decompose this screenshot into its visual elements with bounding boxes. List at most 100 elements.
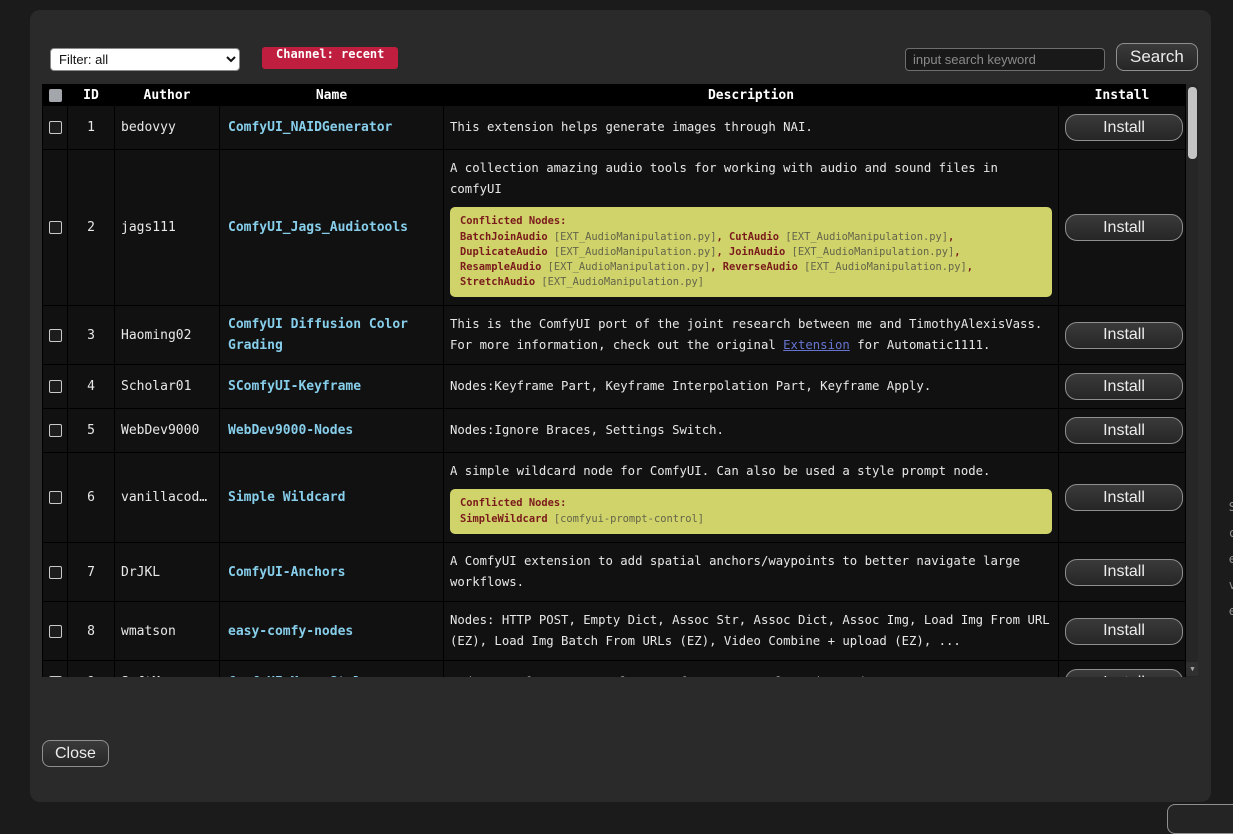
row-description: A simple wildcard node for ComfyUI. Can … — [444, 453, 1059, 543]
row-description: A collection amazing audio tools for wor… — [444, 150, 1059, 306]
channel-badge: Channel: recent — [262, 47, 398, 69]
conflict-title: Conflicted Nodes: — [460, 496, 1042, 511]
row-id: 9 — [68, 661, 115, 678]
node-name-link[interactable]: WebDev9000-Nodes — [228, 423, 353, 438]
install-button[interactable]: Install — [1065, 559, 1183, 586]
node-table-body: 1bedovyy ComfyUI_NAIDGenerator This extens… — [43, 106, 1186, 678]
scroll-down-button[interactable]: ▼ — [1186, 662, 1198, 676]
table-row: 2jags111ComfyUI_Jags_AudiotoolsA collect… — [43, 150, 1186, 306]
row-checkbox[interactable] — [49, 424, 62, 437]
install-button[interactable]: Install — [1065, 214, 1183, 241]
node-name-link[interactable]: SComfyUI-Keyframe — [228, 379, 361, 394]
custom-nodes-table: ID Author Name Description Install 1bedo… — [42, 84, 1186, 677]
install-button[interactable]: Install — [1065, 322, 1183, 349]
conflict-items: BatchJoinAudio [EXT_AudioManipulation.py… — [460, 230, 1042, 290]
table-row: 3Haoming02ComfyUI Diffusion Color Gradin… — [43, 306, 1186, 365]
edge-fragment: v — [1229, 578, 1233, 592]
row-author: SoftMeng — [115, 661, 220, 678]
row-checkbox[interactable] — [49, 676, 62, 677]
select-all-checkbox[interactable] — [49, 89, 62, 102]
table-row: 1bedovyy ComfyUI_NAIDGenerator This extens… — [43, 106, 1186, 150]
filter-select[interactable]: Filter: all — [50, 48, 240, 71]
row-author: Haoming02 — [115, 306, 220, 365]
install-button[interactable]: Install — [1065, 618, 1183, 645]
install-button[interactable]: Install — [1065, 417, 1183, 444]
table-row: 8wmatson easy-comfy-nodes Nodes: HTTP POST… — [43, 602, 1186, 661]
row-author: vanillacode314 — [115, 453, 220, 543]
node-name-link[interactable]: Simple Wildcard — [228, 490, 345, 505]
conflict-source-file: [EXT_AudioManipulation.py] — [535, 276, 704, 288]
node-table: ID Author Name Description Install 1bedo… — [42, 84, 1198, 677]
row-checkbox[interactable] — [49, 625, 62, 638]
conflict-node-name: DuplicateAudio — [460, 246, 548, 258]
row-checkbox[interactable] — [49, 491, 62, 504]
install-button[interactable]: Install — [1065, 484, 1183, 511]
custom-nodes-dialog: Filter: all Channel: recent Search ID Au… — [30, 10, 1211, 802]
row-id: 4 — [68, 365, 115, 409]
conflict-node-name: BatchJoinAudio — [460, 231, 548, 243]
row-id: 3 — [68, 306, 115, 365]
node-name-link[interactable]: ComfyUI-Anchors — [228, 565, 345, 580]
node-name-link[interactable]: ComfyUI_Jags_Audiotools — [228, 220, 408, 235]
row-id: 1 — [68, 106, 115, 150]
table-row: 9SoftMeng ComfyUI_Mexx_Styler Nodes: Comfy… — [43, 661, 1186, 678]
description-link[interactable]: Extension — [783, 338, 850, 352]
search-button[interactable]: Search — [1116, 43, 1198, 71]
conflict-warning: Conflicted Nodes:SimpleWildcard [comfyui… — [450, 489, 1052, 534]
row-checkbox[interactable] — [49, 329, 62, 342]
edge-fragment: e — [1229, 552, 1233, 566]
background-edge-fragments: Sceve — [1221, 0, 1233, 815]
row-description: A ComfyUI extension to add spatial ancho… — [444, 543, 1059, 602]
row-description: This extension helps generate images thr… — [444, 106, 1059, 150]
row-checkbox[interactable] — [49, 121, 62, 134]
install-button[interactable]: Install — [1065, 669, 1183, 677]
search-input[interactable] — [905, 48, 1105, 71]
table-scrollbar[interactable]: ▼ — [1185, 84, 1198, 677]
conflict-source-file: [EXT_AudioManipulation.py] — [798, 261, 967, 273]
row-id: 5 — [68, 409, 115, 453]
col-header-name: Name — [220, 85, 444, 106]
conflict-source-file: [EXT_AudioManipulation.py] — [548, 246, 717, 258]
row-checkbox[interactable] — [49, 566, 62, 579]
install-button[interactable]: Install — [1065, 373, 1183, 400]
conflict-node-name: JoinAudio — [729, 246, 785, 258]
row-checkbox[interactable] — [49, 221, 62, 234]
conflict-title: Conflicted Nodes: — [460, 214, 1042, 229]
row-description: Nodes: HTTP POST, Empty Dict, Assoc Str,… — [444, 602, 1059, 661]
row-id: 2 — [68, 150, 115, 306]
scrollbar-thumb[interactable] — [1188, 87, 1197, 159]
edge-fragment: e — [1229, 604, 1233, 618]
table-row: 6vanillacode314 Simple Wildcard A simple w… — [43, 453, 1186, 543]
partial-button[interactable] — [1167, 804, 1233, 834]
table-row: 5WebDev9000 WebDev9000-Nodes Nodes:Ignore … — [43, 409, 1186, 453]
col-header-id: ID — [68, 85, 115, 106]
conflict-node-name: CutAudio — [729, 231, 779, 243]
node-name-link[interactable]: ComfyUI_Mexx_Styler — [228, 675, 377, 677]
col-header-author: Author — [115, 85, 220, 106]
node-name-link[interactable]: ComfyUI Diffusion Color Grading — [228, 317, 408, 353]
row-author: bedovyy — [115, 106, 220, 150]
edge-fragment: S — [1229, 500, 1233, 514]
row-description: Nodes:Keyframe Part, Keyframe Interpolat… — [444, 365, 1059, 409]
conflict-source-file: [EXT_AudioManipulation.py] — [548, 231, 717, 243]
conflict-node-name: StretchAudio — [460, 276, 535, 288]
row-author: WebDev9000 — [115, 409, 220, 453]
node-name-link[interactable]: ComfyUI_NAIDGenerator — [228, 120, 392, 135]
node-name-link[interactable]: easy-comfy-nodes — [228, 624, 353, 639]
row-checkbox[interactable] — [49, 380, 62, 393]
conflict-warning: Conflicted Nodes:BatchJoinAudio [EXT_Aud… — [450, 207, 1052, 297]
row-id: 8 — [68, 602, 115, 661]
conflict-source-file: [comfyui-prompt-control] — [548, 513, 704, 525]
row-author: wmatson — [115, 602, 220, 661]
row-description: Nodes: ComfyUI Mexx Styler, ComfyUI Mexx… — [444, 661, 1059, 678]
col-header-description: Description — [444, 85, 1059, 106]
close-button[interactable]: Close — [42, 740, 109, 767]
edge-fragment: c — [1229, 526, 1233, 540]
col-header-install: Install — [1059, 85, 1186, 106]
conflict-source-file: [EXT_AudioManipulation.py] — [779, 231, 948, 243]
row-id: 6 — [68, 453, 115, 543]
install-button[interactable]: Install — [1065, 114, 1183, 141]
conflict-items: SimpleWildcard [comfyui-prompt-control] — [460, 512, 1042, 527]
conflict-node-name: ResampleAudio — [460, 261, 541, 273]
row-description: Nodes:Ignore Braces, Settings Switch. — [444, 409, 1059, 453]
